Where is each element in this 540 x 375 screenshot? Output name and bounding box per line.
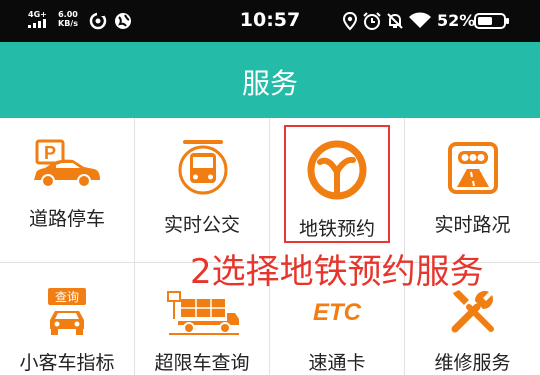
- service-realtime-bus[interactable]: 实时公交: [135, 118, 269, 262]
- service-realtime-traffic[interactable]: 实时路况: [405, 118, 540, 262]
- etc-logo-text: ETC: [313, 299, 362, 326]
- mute-icon: [387, 13, 403, 29]
- service-label: 速通卡: [308, 352, 366, 374]
- battery-icon: [474, 13, 509, 29]
- service-label: 小客车指标: [19, 352, 115, 374]
- etc-icon: ETC: [313, 299, 362, 326]
- overweight-truck-icon: [167, 291, 239, 335]
- query-car-icon: 查询: [48, 288, 86, 335]
- location-icon: [342, 11, 358, 31]
- traffic-light-road-icon: [448, 142, 498, 194]
- tools-icon: [451, 290, 494, 333]
- service-label: 实时路况: [434, 214, 511, 236]
- service-label: 超限车查询: [154, 352, 250, 374]
- parking-car-icon: P: [34, 139, 100, 188]
- service-label: 道路停车: [28, 208, 105, 230]
- query-badge-text: 查询: [55, 290, 79, 304]
- service-car-quota[interactable]: 查询 小客车指标: [0, 263, 134, 375]
- title-bar: 服务: [0, 42, 540, 118]
- battery-percent: 52%: [437, 11, 476, 30]
- highlight-box: [284, 125, 390, 243]
- alarm-icon: [363, 12, 381, 30]
- annotation-text: 2选择地铁预约服务: [190, 252, 484, 292]
- service-road-parking[interactable]: P 道路停车: [0, 118, 134, 262]
- service-label: 维修服务: [434, 352, 511, 374]
- svg-text:P: P: [44, 143, 56, 163]
- wifi-icon: [409, 12, 431, 28]
- bus-icon: [178, 140, 228, 195]
- service-label: 实时公交: [163, 214, 240, 236]
- page-title: 服务: [241, 67, 298, 100]
- status-bar: 4G+ 6.00 KB/s 10:57 52%: [0, 0, 540, 42]
